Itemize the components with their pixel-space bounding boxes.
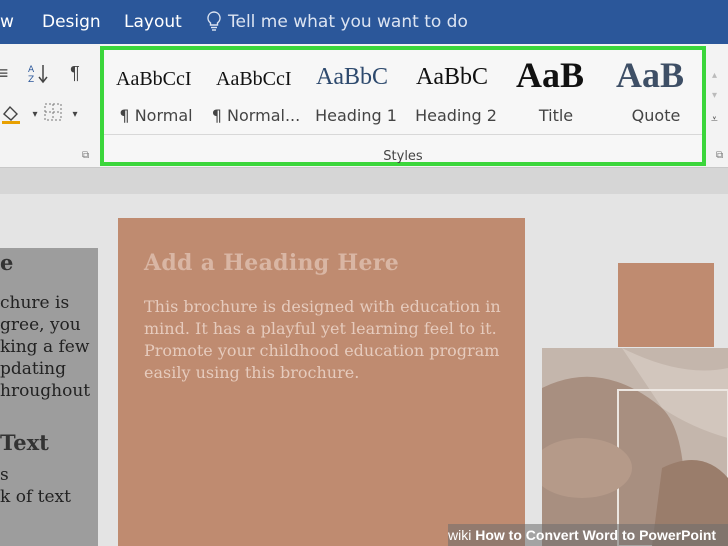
tab-design[interactable]: Design [42,12,101,32]
svg-text:Z: Z [28,75,34,84]
styles-gallery: AaBbCcI ¶ Normal AaBbCcI ¶ Normal... AaB… [100,46,706,166]
justify-icon[interactable]: ≡ [0,62,14,84]
style-normal[interactable]: AaBbCcI ¶ Normal [108,50,204,134]
style-heading-2[interactable]: AaBbC Heading 2 [408,50,504,134]
style-preview: AaB [516,55,585,95]
style-label: Heading 2 [415,106,497,125]
styles-divider [104,134,702,135]
tell-me-search[interactable]: Tell me what you want to do [206,11,468,32]
lightbulb-icon [207,11,221,31]
scroll-up-icon[interactable]: ▴ [712,70,717,81]
tab-layout[interactable]: Layout [124,12,182,32]
style-heading-1[interactable]: AaBbC Heading 1 [308,50,404,134]
style-quote[interactable]: AaB Quote [608,50,704,134]
styles-group-title: Styles [383,149,423,164]
pilcrow-icon[interactable]: ¶ [64,62,86,84]
watermark: wiki How to Convert Word to PowerPoint [448,524,728,546]
svg-text:A: A [28,65,35,75]
shading-icon[interactable] [0,102,22,124]
tab-view-partial[interactable]: w [0,12,14,32]
paragraph-launcher-icon[interactable]: ⧉ [82,150,89,161]
heading-text-box[interactable]: Add a Heading Here This brochure is desi… [118,218,525,546]
block-heading: Add a Heading Here [144,250,399,276]
sort-icon[interactable]: AZ [28,62,50,85]
style-preview: AaBbCcI [216,68,292,90]
more-styles-icon[interactable]: ⩡ [711,112,718,127]
tell-me-placeholder: Tell me what you want to do [228,12,468,32]
block-body: This brochure is designed with education… [144,297,501,382]
style-title[interactable]: AaB Title [508,50,604,134]
photo-image[interactable] [542,348,728,546]
style-preview: AaBbC [416,64,488,90]
watermark-brand: wiki [448,527,472,543]
scroll-down-icon[interactable]: ▾ [712,90,717,101]
accent-block [618,263,714,347]
style-label: ¶ Normal... [211,106,301,125]
style-preview: AaBbCcI [116,68,192,90]
styles-gallery-scroll: ▴ ▾ ⩡ ⧉ [706,46,728,166]
style-preview: AaBbC [316,64,388,90]
style-normal-variant[interactable]: AaBbCcI ¶ Normal... [208,50,304,134]
style-preview: AaB [616,55,685,95]
watermark-title: How to Convert Word to PowerPoint [475,527,717,543]
borders-icon[interactable] [42,102,64,124]
style-label: ¶ Normal [119,106,193,125]
style-label: Title [538,106,574,125]
borders-dropdown-icon[interactable]: ▾ [64,104,86,126]
ribbon-tab-bar: w Design Layout Tell me what you want to… [0,0,728,44]
paragraph-group: ≡ AZ ¶ ▾ ▾ ⧉ [0,44,98,167]
style-label: Quote [631,106,681,125]
styles-launcher-icon[interactable]: ⧉ [716,150,723,161]
style-label: Heading 1 [315,106,397,125]
